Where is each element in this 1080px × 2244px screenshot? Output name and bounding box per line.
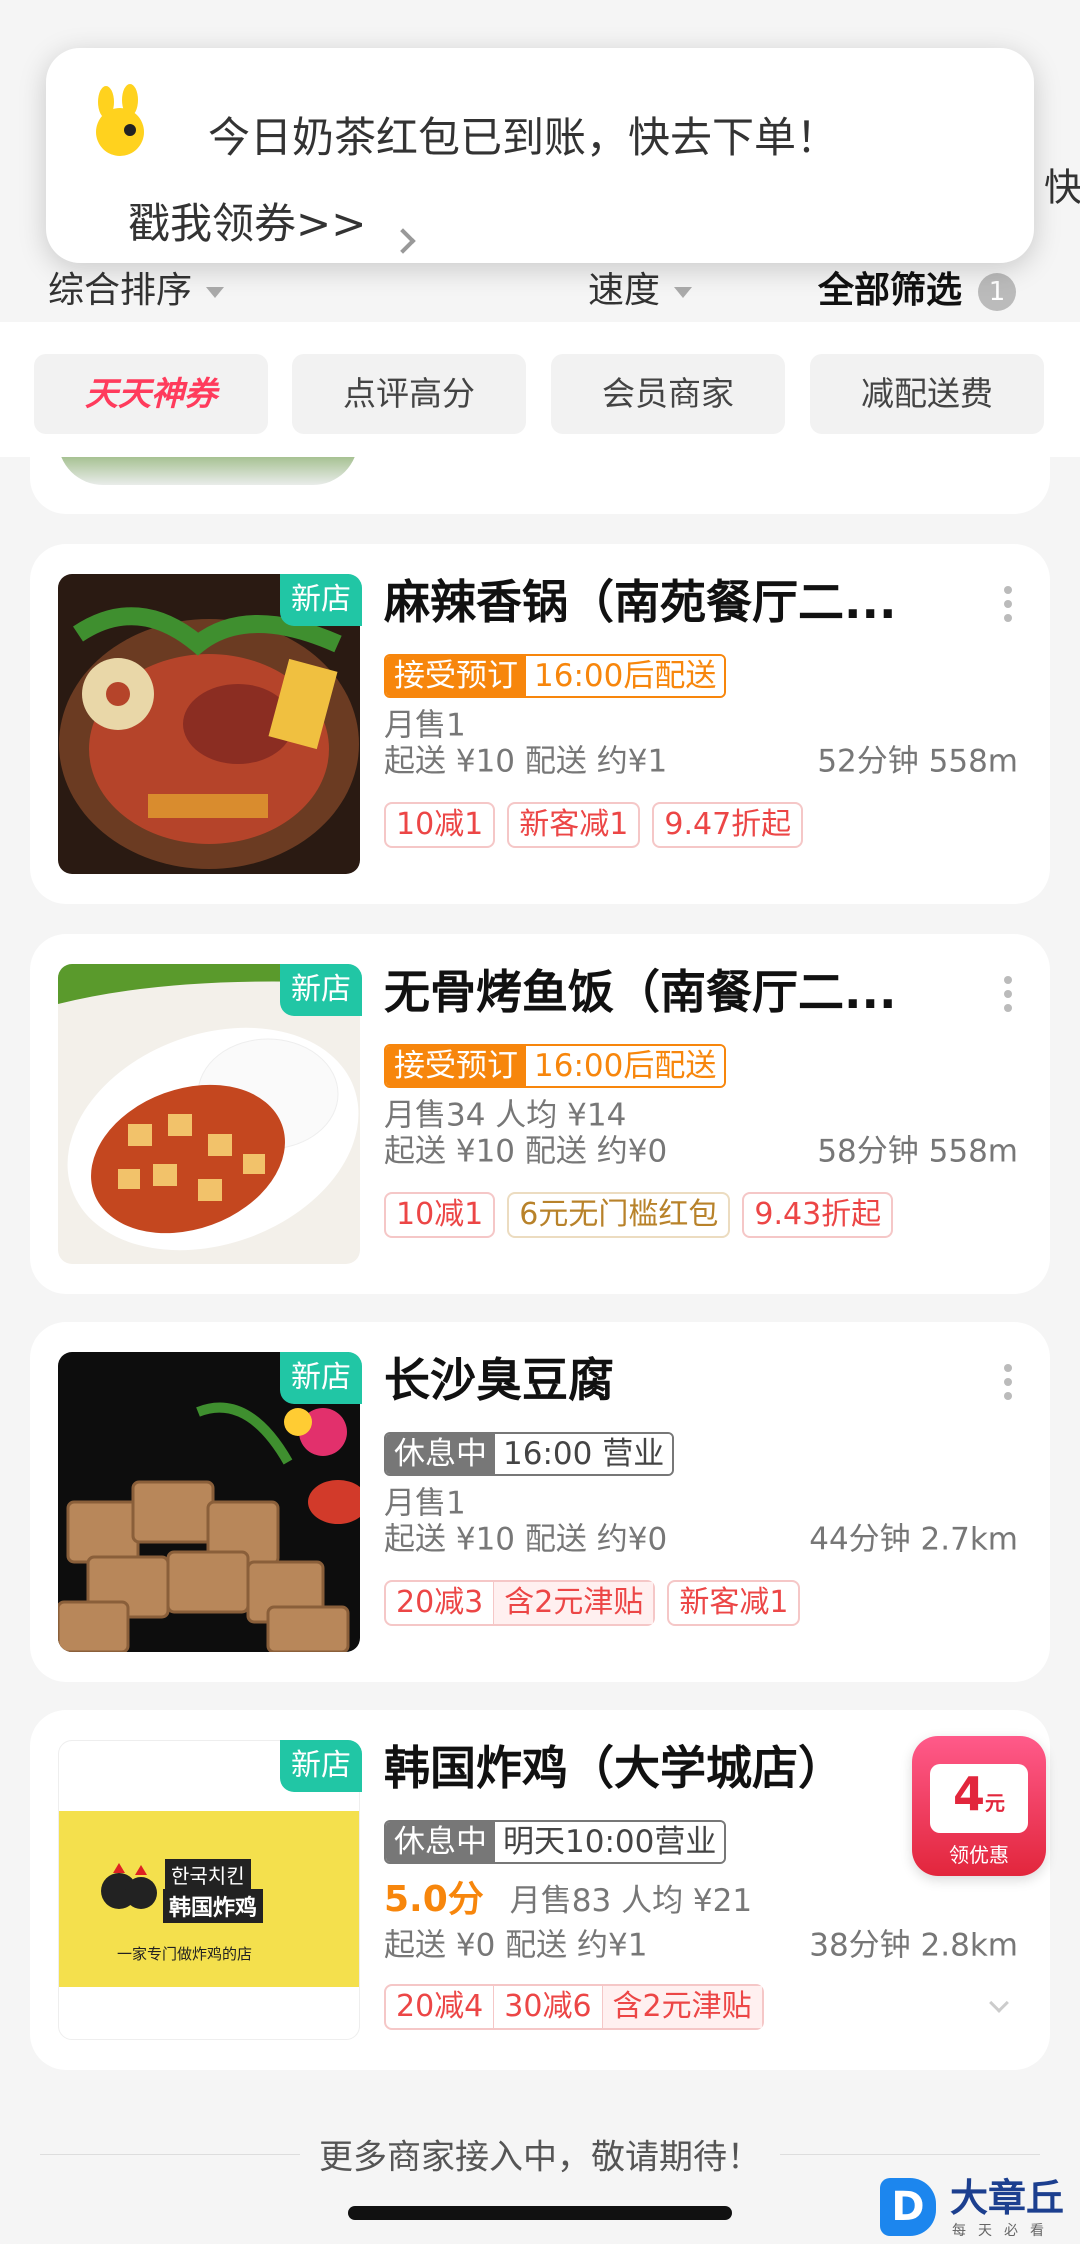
chevron-down-icon[interactable]: [989, 1993, 1009, 2013]
sort-speed[interactable]: 速度: [588, 260, 693, 322]
more-options-icon[interactable]: [1004, 586, 1014, 628]
status-badge: 休息中 16:00 营业: [384, 1432, 675, 1476]
promo-tag: 6元无门槛红包: [507, 1192, 731, 1238]
time-distance: 38分钟 2.8km: [809, 1927, 1018, 1964]
promo-list: 10减1 6元无门槛红包 9.43折起: [384, 1192, 894, 1238]
shop-card[interactable]: 新店 长沙臭豆腐 休息中 16:00 营业 月售1 起送 ¥10 配送 约¥0 …: [30, 1322, 1050, 1682]
coupon-amount: 4元: [930, 1764, 1028, 1833]
rating-sales-line: 5.0分 月售83 人均 ¥21: [384, 1882, 752, 1918]
shop-card[interactable]: 新店 麻辣香锅（南苑餐厅二... 接受预订 16:00后配送 月售1 起送 ¥1…: [30, 544, 1050, 904]
promo-discount: 20减3: [396, 1585, 484, 1620]
coupon-amount-value: 4: [952, 1767, 985, 1821]
more-options-icon[interactable]: [1004, 1364, 1014, 1406]
time-distance: 44分钟 2.7km: [809, 1521, 1018, 1558]
delivery-info: 起送 ¥0 配送 约¥1: [384, 1927, 648, 1964]
status-badge: 接受预订 16:00后配送: [384, 1044, 727, 1088]
peek-text: 快: [1044, 165, 1080, 210]
chip-daily-coupon[interactable]: 天天神券: [34, 354, 268, 434]
monthly-sales: 月售83 人均 ¥21: [509, 1883, 753, 1919]
delivery-info: 起送 ¥10 配送 约¥0: [384, 1521, 668, 1558]
sort-default-label: 综合排序: [48, 270, 193, 311]
new-shop-tag: 新店: [280, 964, 362, 1016]
logo-korean-text: 한국치킨: [165, 1859, 251, 1890]
delivery-info: 起送 ¥10 配送 约¥1: [384, 743, 668, 780]
time-distance: 58分钟 558m: [817, 1133, 1018, 1170]
status-label: 接受预订: [386, 656, 526, 696]
monthly-sales: 月售1: [384, 707, 466, 744]
shop-card[interactable]: 한국치킨 韩国炸鸡 一家专门做炸鸡的店 新店 韩国炸鸡（大学城店） 休息中 明天…: [30, 1710, 1050, 2070]
status-label: 接受预订: [386, 1046, 526, 1086]
notification-toast[interactable]: 今日奶茶红包已到账，快去下单！ 戳我领券>>: [46, 48, 1034, 263]
promo-discount: 20减4: [396, 1989, 484, 2024]
logo-slogan: 一家专门做炸鸡的店: [117, 1945, 253, 1963]
watermark-title: 大章丘: [950, 2176, 1065, 2220]
status-time: 16:00后配送: [526, 1046, 725, 1086]
chip-high-rating[interactable]: 点评高分: [292, 354, 526, 434]
promo-tag: 新客减1: [507, 802, 641, 848]
watermark-logo: D 大章丘 每天必看: [880, 2176, 1076, 2244]
shop-name: 无骨烤鱼饭（南餐厅二...: [384, 965, 897, 1019]
status-badge: 接受预订 16:00后配送: [384, 654, 727, 698]
shop-name: 长沙臭豆腐: [384, 1353, 614, 1407]
promo-tag: 10减1: [384, 1192, 496, 1238]
promo-list: 20减3 含2元津贴 新客减1: [384, 1580, 801, 1626]
shop-card[interactable]: 新店 无骨烤鱼饭（南餐厅二... 接受预订 16:00后配送 月售34 人均 ¥…: [30, 934, 1050, 1294]
all-filter-button[interactable]: 全部筛选 1: [818, 260, 1017, 322]
shop-name: 韩国炸鸡（大学城店）: [384, 1741, 844, 1795]
promo-list: 20减4 30减6 含2元津贴: [384, 1984, 764, 2030]
monthly-sales: 月售1: [384, 1485, 466, 1522]
watermark-letter: D: [880, 2178, 936, 2236]
caret-down-icon: [674, 286, 693, 298]
watermark-sub: 每天必看: [952, 2223, 1056, 2239]
sort-default[interactable]: 综合排序: [48, 260, 225, 322]
promo-tag: 20减3 含2元津贴: [384, 1580, 656, 1626]
chip-member-shops[interactable]: 会员商家: [551, 354, 785, 434]
sort-bar: 综合排序 速度 全部筛选 1: [0, 260, 1080, 322]
monthly-sales: 月售34 人均 ¥14: [384, 1097, 627, 1134]
rating-score: 5.0分: [384, 1879, 484, 1920]
all-filter-label: 全部筛选: [818, 270, 963, 311]
filter-chips: 天天神券 点评高分 会员商家 减配送费: [0, 322, 1080, 457]
status-time: 明天10:00营业: [495, 1822, 725, 1862]
toast-link[interactable]: 戳我领券>>: [128, 203, 366, 245]
status-badge: 休息中 明天10:00营业: [384, 1820, 727, 1864]
new-shop-tag: 新店: [280, 1352, 362, 1404]
promo-tag: 9.47折起: [652, 802, 804, 848]
shop-name: 麻辣香锅（南苑餐厅二...: [384, 575, 897, 629]
promo-tag: 20减4 30减6 含2元津贴: [384, 1984, 764, 2030]
floating-coupon-button[interactable]: 4元 领优惠: [912, 1736, 1046, 1876]
more-options-icon[interactable]: [1004, 976, 1014, 1018]
promo-subsidy: 含2元津贴: [601, 1986, 762, 2028]
caret-down-icon: [206, 286, 225, 298]
toast-message: 今日奶茶红包已到账，快去下单！: [208, 113, 839, 162]
status-time: 16:00 营业: [495, 1434, 673, 1474]
promo-discount: 30减6: [493, 1986, 602, 2028]
coupon-unit: 元: [985, 1791, 1005, 1815]
home-indicator[interactable]: [348, 2206, 732, 2220]
filter-count-badge: 1: [978, 273, 1017, 311]
footer-text: 更多商家接入中，敬请期待！: [319, 2137, 761, 2178]
logo-chinese-text: 韩国炸鸡: [163, 1889, 264, 1923]
time-distance: 52分钟 558m: [817, 743, 1018, 780]
status-label: 休息中: [386, 1434, 495, 1474]
promo-tag: 新客减1: [667, 1580, 801, 1626]
chicken-icon: [101, 1863, 157, 1909]
new-shop-tag: 新店: [280, 574, 362, 626]
coupon-label: 领优惠: [949, 1843, 1009, 1867]
sort-speed-label: 速度: [588, 270, 661, 311]
chip-reduced-delivery[interactable]: 减配送费: [810, 354, 1044, 434]
promo-subsidy: 含2元津贴: [493, 1582, 654, 1624]
status-time: 16:00后配送: [526, 656, 725, 696]
promo-list: 10减1 新客减1 9.47折起: [384, 802, 804, 848]
status-label: 休息中: [386, 1822, 495, 1862]
promo-tag: 9.43折起: [742, 1192, 894, 1238]
chevron-right-icon: [390, 228, 416, 254]
delivery-info: 起送 ¥10 配送 约¥0: [384, 1133, 668, 1170]
promo-tag: 10减1: [384, 802, 496, 848]
rabbit-logo-icon: [84, 84, 158, 158]
new-shop-tag: 新店: [280, 1740, 362, 1792]
